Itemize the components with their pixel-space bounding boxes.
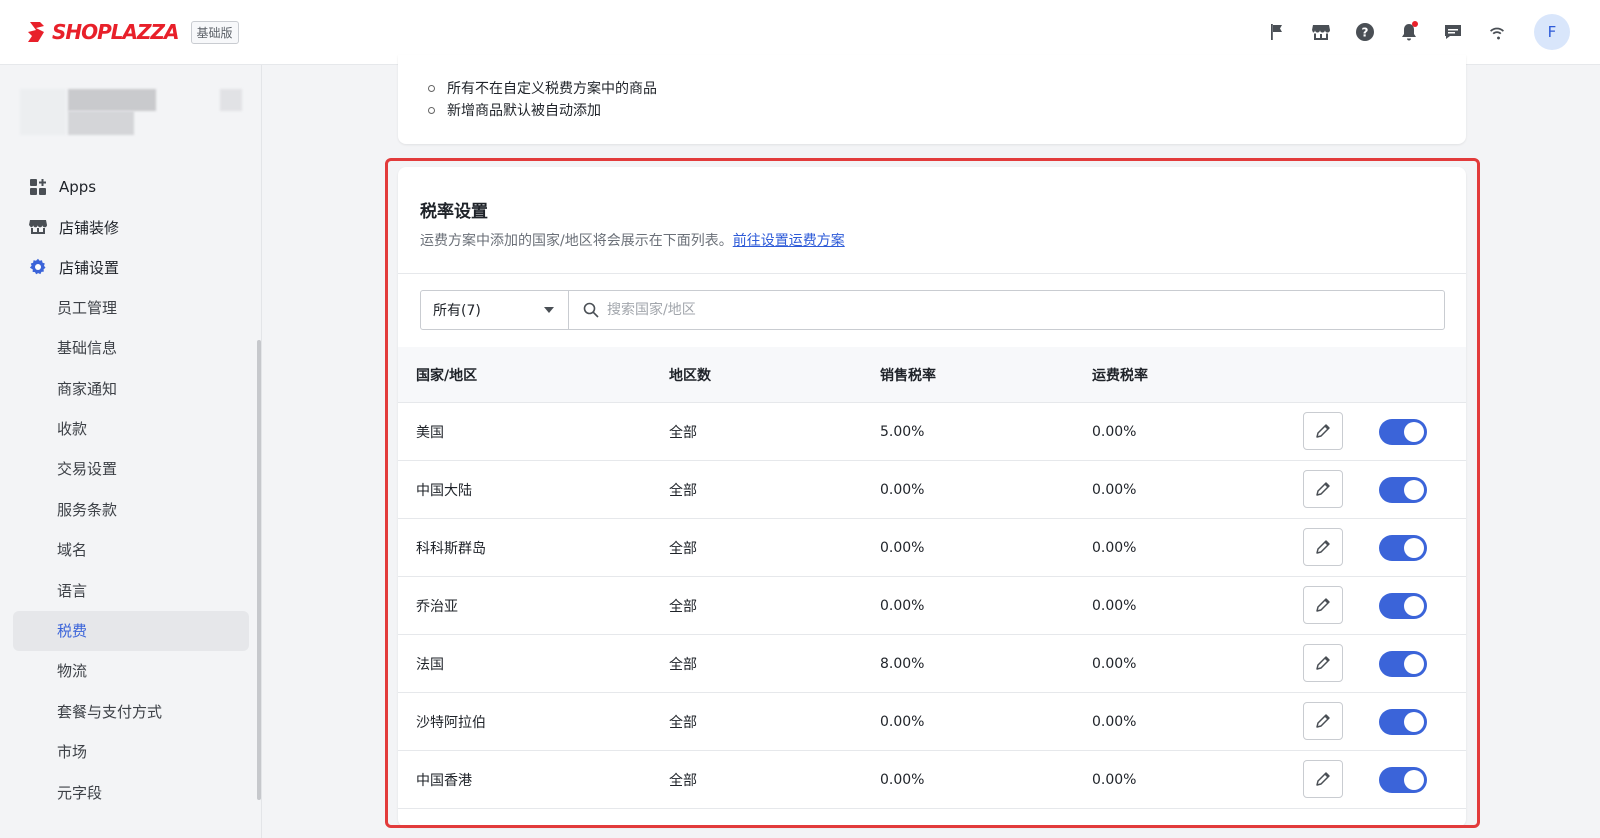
sidebar-subitem-staff[interactable]: 员工管理 xyxy=(13,287,249,327)
tax-scope-card: 所有不在自定义税费方案中的商品 新增商品默认被自动添加 xyxy=(398,55,1466,144)
sidebar-subitem-notifications[interactable]: 商家通知 xyxy=(13,368,249,408)
sidebar: Apps 店铺装修 店铺设置 员工管理 基础信息 商家通知 收款 交易设置 服务… xyxy=(0,65,262,838)
shoplazza-logo-icon xyxy=(26,20,48,44)
sidebar-subitem-taxes[interactable]: 税费 xyxy=(13,610,249,651)
sidebar-subitem-domains[interactable]: 域名 xyxy=(13,530,249,570)
bell-icon[interactable] xyxy=(1398,21,1420,43)
plan-badge: 基础版 xyxy=(190,20,239,44)
store-switcher-blurred[interactable] xyxy=(20,89,248,135)
store-icon xyxy=(29,218,47,236)
flag-icon[interactable] xyxy=(1266,21,1288,43)
list-item: 所有不在自定义税费方案中的商品 xyxy=(428,77,657,99)
sidebar-subitem-basic-info[interactable]: 基础信息 xyxy=(13,328,249,368)
sidebar-item-label: Apps xyxy=(59,178,97,196)
apps-icon xyxy=(29,178,47,196)
sidebar-item-apps[interactable]: Apps xyxy=(13,167,249,207)
sidebar-nav: Apps 店铺装修 店铺设置 员工管理 基础信息 商家通知 收款 交易设置 服务… xyxy=(13,167,249,812)
sidebar-subitem-shipping[interactable]: 物流 xyxy=(13,651,249,691)
sidebar-subitem-languages[interactable]: 语言 xyxy=(13,570,249,610)
sidebar-item-store-settings[interactable]: 店铺设置 xyxy=(13,247,249,287)
help-icon[interactable]: ? xyxy=(1354,21,1376,43)
avatar[interactable]: F xyxy=(1534,14,1570,50)
wifi-icon[interactable] xyxy=(1486,21,1508,43)
bullet-circle-icon xyxy=(428,106,435,114)
sidebar-scrollbar[interactable] xyxy=(257,340,261,800)
chat-icon[interactable] xyxy=(1442,21,1464,43)
logo-text: SHOPLAZZA xyxy=(52,20,180,44)
scope-bullet-list: 所有不在自定义税费方案中的商品 新增商品默认被自动添加 xyxy=(428,77,657,121)
bullet-circle-icon xyxy=(428,84,435,92)
sidebar-item-label: 店铺设置 xyxy=(59,258,120,277)
sidebar-subitem-markets[interactable]: 市场 xyxy=(13,732,249,772)
sidebar-subitem-metafields[interactable]: 元字段 xyxy=(13,772,249,812)
list-item: 新增商品默认被自动添加 xyxy=(428,99,657,121)
gear-icon xyxy=(29,258,47,276)
sidebar-item-label: 店铺装修 xyxy=(59,218,120,237)
sidebar-subitem-payments[interactable]: 收款 xyxy=(13,409,249,449)
sidebar-subitem-checkout[interactable]: 交易设置 xyxy=(13,449,249,489)
store-icon[interactable] xyxy=(1310,21,1332,43)
sidebar-subitem-plan-billing[interactable]: 套餐与支付方式 xyxy=(13,691,249,731)
logo[interactable]: SHOPLAZZA xyxy=(26,20,180,44)
sidebar-item-store-design[interactable]: 店铺装修 xyxy=(13,207,249,247)
main-content: 所有不在自定义税费方案中的商品 新增商品默认被自动添加 税率设置 运费方案中添加… xyxy=(262,55,1600,838)
sidebar-subitem-terms[interactable]: 服务条款 xyxy=(13,489,249,529)
highlight-frame xyxy=(385,158,1480,828)
svg-text:?: ? xyxy=(1362,26,1369,40)
notification-dot xyxy=(1412,21,1418,27)
